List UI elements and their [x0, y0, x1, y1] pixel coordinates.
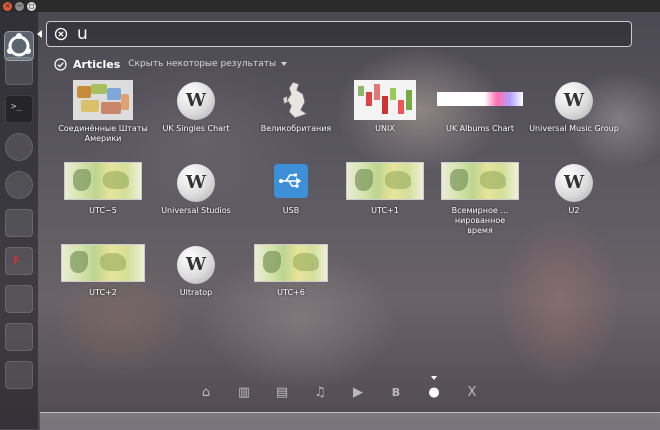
search-box[interactable]	[46, 21, 632, 47]
uk-map-thumbnail	[282, 81, 309, 119]
timezone-map-thumbnail	[64, 162, 142, 200]
background-window-edge	[40, 412, 660, 430]
timezone-map-thumbnail	[61, 244, 145, 282]
b-lens-icon[interactable]: B	[388, 385, 404, 401]
close-window-button[interactable]: ×	[3, 2, 12, 11]
lens-bar: ⌂ ▥ ▤ ♫ ▶ B ● X	[46, 376, 632, 408]
usb-icon	[274, 164, 308, 198]
result-label: UK Singles Chart	[162, 124, 230, 133]
active-lens-indicator-icon	[431, 376, 437, 380]
section-title: Articles	[73, 57, 121, 71]
files-lens-icon[interactable]: ▤	[274, 385, 290, 401]
launcher-item-editor[interactable]	[5, 209, 33, 237]
launcher-item-monitor[interactable]	[5, 285, 33, 313]
dropdown-arrow-icon	[281, 61, 288, 66]
wikipedia-globe-icon: W	[555, 82, 593, 120]
filter-label: Скрыть некоторые результаты	[128, 59, 277, 69]
launcher-item-terminal[interactable]: >_	[5, 95, 33, 123]
us-map-thumbnail	[73, 80, 133, 120]
section-header[interactable]: Articles Скрыть некоторые результаты	[54, 56, 288, 72]
check-circle-icon	[54, 57, 67, 71]
result-label: UTC+1	[371, 206, 399, 215]
minimize-window-button[interactable]: −	[15, 2, 24, 11]
terminal-icon: >_	[11, 102, 22, 112]
applications-lens-icon[interactable]: ▥	[236, 385, 252, 401]
timezone-map-thumbnail	[346, 162, 424, 200]
maximize-window-button[interactable]: ◻	[27, 2, 36, 11]
active-pointer-icon	[37, 30, 42, 38]
launcher: >_ ꜰ	[0, 12, 38, 429]
wikipedia-lens-glyph: ●	[428, 385, 440, 400]
window-top-bar: × − ◻	[0, 0, 660, 12]
video-lens-icon[interactable]: ▶	[350, 385, 366, 401]
unix-chart-thumbnail	[354, 80, 416, 120]
timezone-map-thumbnail	[441, 162, 519, 200]
launcher-item-filezilla[interactable]: ꜰ	[5, 247, 33, 275]
result-label: U2	[568, 206, 580, 215]
launcher-item-browser[interactable]	[5, 133, 33, 161]
home-lens-icon[interactable]: ⌂	[198, 385, 214, 401]
wikipedia-lens-icon[interactable]: ●	[426, 376, 442, 401]
launcher-item-workspaces[interactable]	[5, 361, 33, 389]
x-lens-icon[interactable]: X	[464, 385, 480, 401]
wikipedia-globe-icon: W	[177, 246, 215, 284]
launcher-item-tools[interactable]	[5, 323, 33, 351]
wikipedia-globe-icon: W	[177, 164, 215, 202]
wikipedia-globe-icon: W	[555, 164, 593, 202]
uk-albums-thumbnail	[437, 92, 523, 106]
wikipedia-globe-icon: W	[177, 82, 215, 120]
filter-results-toggle[interactable]: Скрыть некоторые результаты	[128, 59, 288, 69]
launcher-item-settings[interactable]	[5, 171, 33, 199]
filezilla-icon: ꜰ	[13, 253, 21, 268]
timezone-map-thumbnail	[254, 244, 328, 282]
launcher-item-files[interactable]	[5, 57, 33, 85]
result-label: UTC+6	[277, 288, 305, 297]
music-lens-icon[interactable]: ♫	[312, 385, 328, 401]
search-input[interactable]	[77, 24, 617, 44]
ubuntu-logo-icon	[7, 33, 31, 57]
clear-search-icon[interactable]	[54, 27, 68, 41]
result-label: Universal Music Group	[529, 124, 619, 133]
result-label: Всемирное …нированное время	[451, 206, 509, 235]
